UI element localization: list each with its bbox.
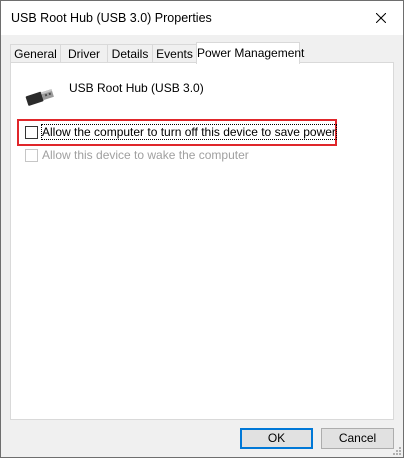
- allow-wake-label: Allow this device to wake the computer: [42, 148, 249, 162]
- dialog-body: General Driver Details Events Power Mana…: [1, 35, 403, 457]
- tab-details[interactable]: Details: [107, 44, 153, 62]
- allow-wake-checkbox: [25, 149, 38, 162]
- ok-button[interactable]: OK: [240, 428, 313, 449]
- title-bar: USB Root Hub (USB 3.0) Properties: [1, 1, 403, 35]
- window-title: USB Root Hub (USB 3.0) Properties: [11, 11, 212, 25]
- tab-events[interactable]: Events: [152, 44, 197, 62]
- resize-grip-icon[interactable]: [391, 445, 401, 455]
- tab-driver[interactable]: Driver: [60, 44, 108, 62]
- properties-dialog: USB Root Hub (USB 3.0) Properties Genera…: [0, 0, 404, 458]
- tab-power-management[interactable]: Power Management: [196, 42, 304, 64]
- allow-turn-off-label[interactable]: Allow the computer to turn off this devi…: [41, 124, 337, 140]
- power-management-panel: USB Root Hub (USB 3.0) Allow the compute…: [10, 62, 394, 420]
- allow-turn-off-checkbox[interactable]: [25, 126, 38, 139]
- close-icon: [376, 13, 386, 23]
- device-name: USB Root Hub (USB 3.0): [69, 81, 204, 95]
- cancel-button[interactable]: Cancel: [321, 428, 394, 449]
- close-button[interactable]: [359, 1, 403, 35]
- tab-general[interactable]: General: [10, 44, 61, 62]
- usb-connector-icon: [25, 89, 54, 106]
